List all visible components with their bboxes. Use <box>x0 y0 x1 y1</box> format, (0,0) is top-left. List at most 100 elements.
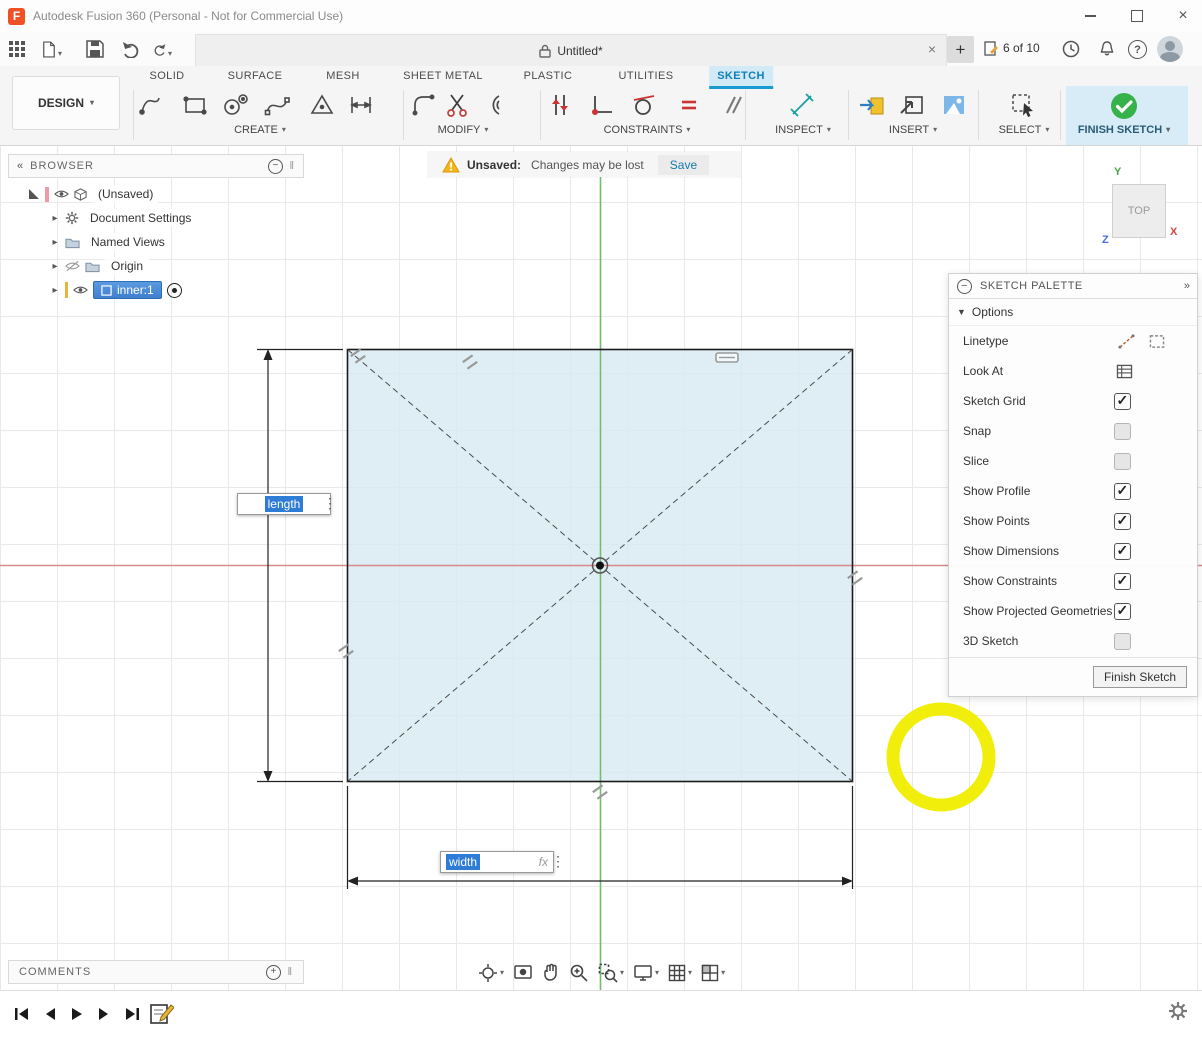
expand-arrow-icon[interactable]: ▸ <box>50 213 60 224</box>
finish-sketch-check-icon[interactable] <box>1109 91 1139 121</box>
spline-tool[interactable] <box>263 91 293 121</box>
sketch-grid-checkbox[interactable] <box>1114 393 1131 410</box>
show-dimensions-checkbox[interactable] <box>1114 543 1131 560</box>
modify-group-dropdown[interactable]: MODIFY▾ <box>438 124 489 136</box>
constraint-coincident[interactable] <box>590 91 620 121</box>
grid-settings-tool[interactable]: ▾ <box>668 964 692 982</box>
add-comment-icon[interactable]: + <box>266 965 281 980</box>
tab-solid[interactable]: SOLID <box>141 66 192 86</box>
visibility-off-eye-icon[interactable] <box>65 260 80 272</box>
insert-group-dropdown[interactable]: INSERT▾ <box>889 124 937 136</box>
selected-sketch-item[interactable]: inner:1 <box>93 281 162 299</box>
go-to-start-button[interactable] <box>14 1006 30 1022</box>
create-group-dropdown[interactable]: CREATE▾ <box>234 124 286 136</box>
save-link[interactable]: Save <box>658 155 709 175</box>
tab-sketch[interactable]: SKETCH <box>709 66 773 89</box>
browser-item-document-settings[interactable]: ▸ Document Settings <box>8 206 304 230</box>
trim-scissors-tool[interactable] <box>443 91 473 121</box>
view-cube[interactable]: Y TOP X Z <box>1100 168 1192 256</box>
view-cube-top-face[interactable]: TOP <box>1112 184 1166 238</box>
notifications-bell-icon[interactable] <box>1098 40 1118 60</box>
panel-grip-icon[interactable]: ‖ <box>289 160 295 172</box>
tab-surface[interactable]: SURFACE <box>220 66 291 86</box>
inspect-group-dropdown[interactable]: INSPECT▾ <box>775 124 831 136</box>
browser-item-named-views[interactable]: ▸ Named Views <box>8 230 304 254</box>
width-dimension-input[interactable]: width fx <box>440 851 554 873</box>
constraint-equal[interactable] <box>675 91 705 121</box>
app-grid-icon[interactable] <box>8 40 28 60</box>
select-tool[interactable] <box>1009 91 1039 121</box>
select-group-dropdown[interactable]: SELECT▾ <box>999 124 1050 136</box>
measure-tool[interactable] <box>788 91 818 121</box>
fillet-tool[interactable] <box>410 91 440 121</box>
offset-tool[interactable] <box>477 91 507 121</box>
help-icon[interactable]: ? <box>1128 40 1147 59</box>
finish-sketch-button[interactable]: FINISH SKETCH▾ <box>1078 124 1170 136</box>
constraint-parallel[interactable] <box>718 91 748 121</box>
activate-component-radio[interactable] <box>167 283 182 298</box>
browser-minimize-icon[interactable]: − <box>268 159 283 174</box>
constraint-horizontal-vertical[interactable] <box>546 91 576 121</box>
zoom-tool[interactable] <box>569 963 589 983</box>
expand-arrow-icon[interactable]: ▸ <box>50 237 60 248</box>
show-profile-checkbox[interactable] <box>1114 483 1131 500</box>
panel-grip-icon[interactable]: ‖ <box>287 966 293 978</box>
palette-minimize-icon[interactable]: − <box>957 279 972 294</box>
close-button[interactable]: × <box>1162 0 1202 32</box>
visibility-eye-icon[interactable] <box>54 188 69 200</box>
insert-derive-icon[interactable] <box>858 91 888 121</box>
undo-icon[interactable] <box>122 40 142 60</box>
3d-sketch-checkbox[interactable] <box>1114 633 1131 650</box>
orbit-tool[interactable]: ▾ <box>478 963 504 983</box>
tab-plastic[interactable]: PLASTIC <box>516 66 581 86</box>
tab-mesh[interactable]: MESH <box>318 66 367 86</box>
polygon-tool[interactable] <box>308 91 338 121</box>
show-constraints-checkbox[interactable] <box>1114 573 1131 590</box>
job-status-clock-icon[interactable] <box>1062 40 1082 60</box>
centerline-linetype-icon[interactable] <box>1149 334 1165 349</box>
minimize-button[interactable] <box>1069 0 1111 32</box>
go-to-end-button[interactable] <box>124 1006 140 1022</box>
expand-arrow-icon[interactable]: ▸ <box>50 285 60 296</box>
display-settings-tool[interactable]: ▾ <box>633 964 659 982</box>
length-dimension-options-icon[interactable]: ⋮ <box>323 495 337 512</box>
redo-icon[interactable]: ▾ <box>152 40 172 60</box>
visibility-eye-icon[interactable] <box>73 284 88 296</box>
look-at-tool[interactable] <box>513 964 533 982</box>
show-points-checkbox[interactable] <box>1114 513 1131 530</box>
snap-checkbox[interactable] <box>1114 423 1131 440</box>
browser-item-origin[interactable]: ▸ Origin <box>8 254 304 278</box>
document-tab[interactable]: Untitled* <box>539 44 602 58</box>
expand-arrow-icon[interactable]: ▸ <box>50 261 60 272</box>
browser-item-sketch-inner[interactable]: ▸ inner:1 <box>8 278 304 302</box>
file-menu-icon[interactable]: ▾ <box>42 40 62 60</box>
zoom-window-tool[interactable]: ▾ <box>598 963 624 983</box>
rectangle-tool[interactable] <box>181 91 211 121</box>
timeline-sketch-feature[interactable] <box>148 999 174 1027</box>
new-tab-button[interactable]: + <box>947 36 974 63</box>
look-at-icon[interactable] <box>1116 364 1133 379</box>
collapse-right-icon[interactable]: » <box>1184 280 1189 292</box>
options-section-header[interactable]: ▼ Options <box>949 299 1197 326</box>
insert-dxf-icon[interactable] <box>898 91 928 121</box>
sketch-line-tool[interactable] <box>137 91 167 121</box>
slice-checkbox[interactable] <box>1114 453 1131 470</box>
viewports-tool[interactable]: ▾ <box>701 964 725 982</box>
step-forward-button[interactable] <box>97 1006 111 1022</box>
workspace-selector[interactable]: DESIGN ▾ <box>12 76 120 130</box>
maximize-button[interactable] <box>1116 0 1158 32</box>
tab-utilities[interactable]: UTILITIES <box>611 66 682 86</box>
insert-canvas-icon[interactable] <box>940 91 970 121</box>
timeline-settings-gear-icon[interactable] <box>1168 1001 1188 1021</box>
finish-sketch-palette-button[interactable]: Finish Sketch <box>1093 666 1187 688</box>
show-projected-geometries-checkbox[interactable] <box>1114 603 1131 620</box>
constraints-group-dropdown[interactable]: CONSTRAINTS▾ <box>604 124 691 136</box>
version-status[interactable]: 6 of 10 <box>984 40 1040 56</box>
pan-tool[interactable] <box>542 963 560 983</box>
collapse-panel-icon[interactable]: « <box>17 160 22 172</box>
constraint-tangent[interactable] <box>630 91 660 121</box>
construction-linetype-icon[interactable] <box>1118 334 1135 349</box>
user-avatar[interactable] <box>1157 36 1183 62</box>
play-button[interactable] <box>70 1006 84 1022</box>
tab-sheet-metal[interactable]: SHEET METAL <box>395 66 491 86</box>
